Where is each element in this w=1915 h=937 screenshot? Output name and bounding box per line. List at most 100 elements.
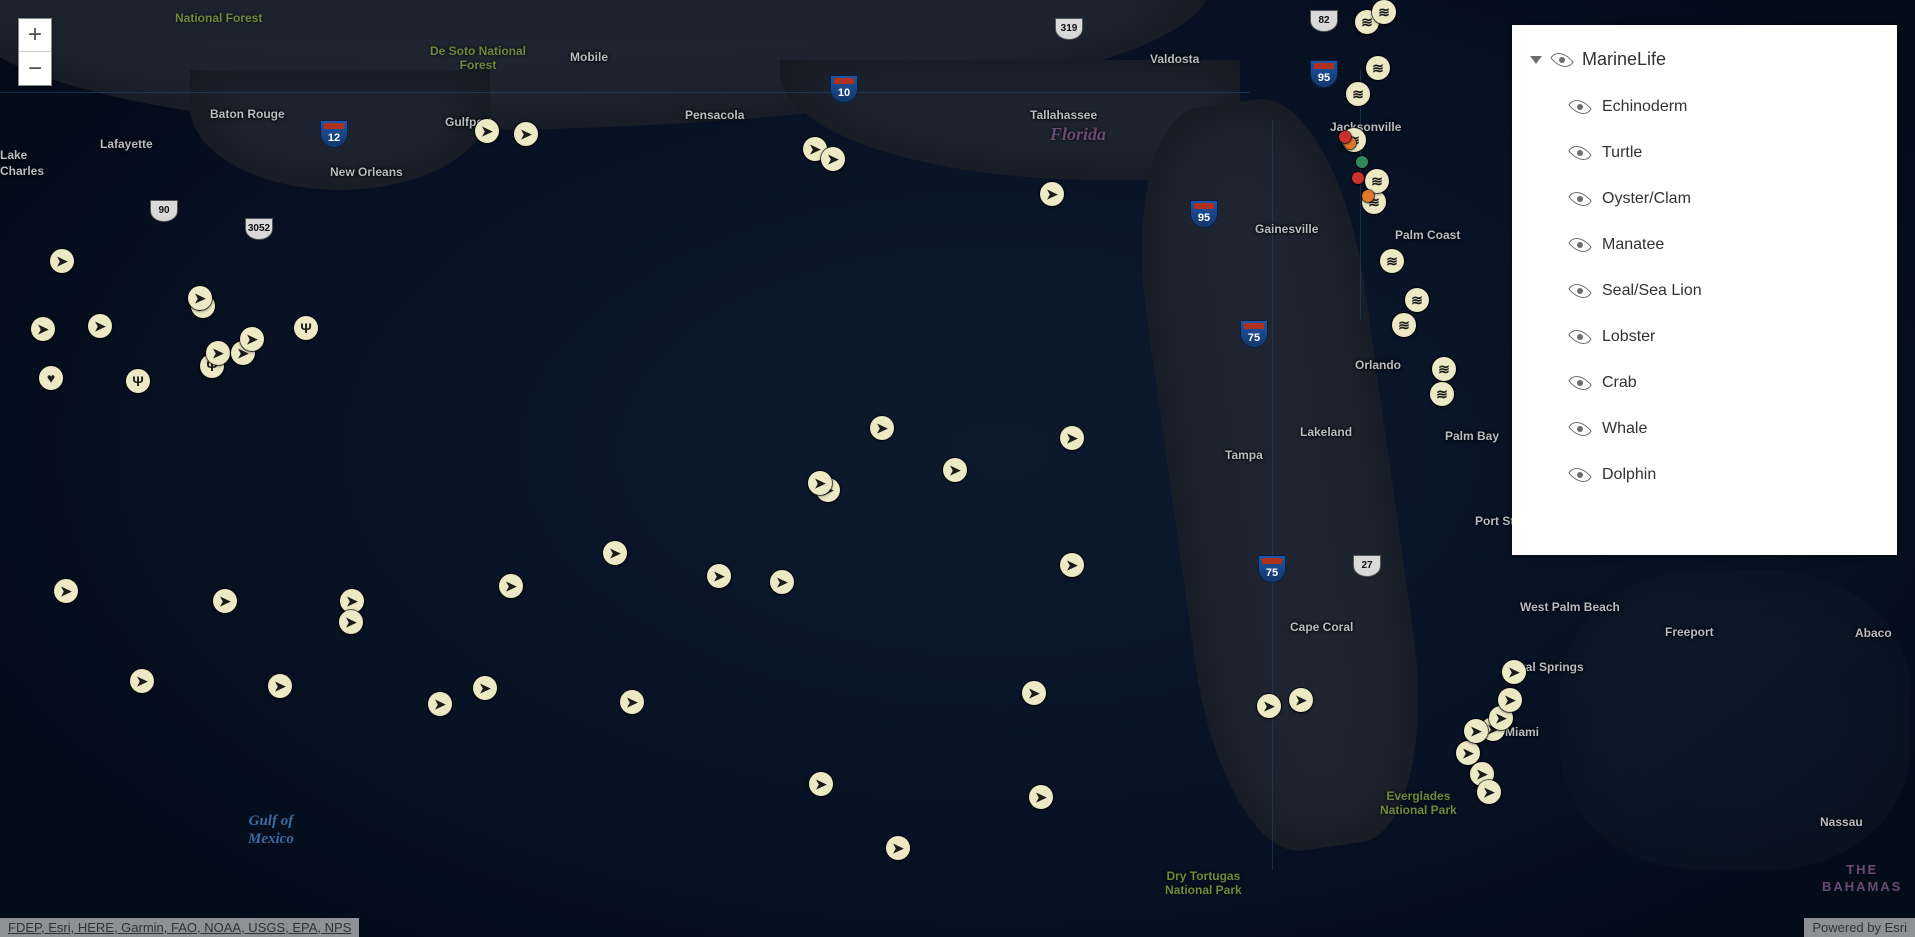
- marinelife-marker-fish[interactable]: ➤: [88, 314, 112, 338]
- eye-icon[interactable]: [1570, 238, 1590, 252]
- marinelife-marker-clam[interactable]: ≋: [1405, 288, 1429, 312]
- sublayer-label: Echinoderm: [1602, 98, 1687, 116]
- marinelife-marker-fish[interactable]: ➤: [475, 119, 499, 143]
- marinelife-marker-dot[interactable]: [1362, 190, 1374, 202]
- layer-list-scroll[interactable]: MarineLife Echinoderm Turtle Oyster/ClamMa…: [1512, 25, 1897, 555]
- marinelife-marker-fish[interactable]: ➤: [188, 286, 212, 310]
- sublayer-label: Dolphin: [1602, 466, 1656, 484]
- sublayer-label: Seal/Sea Lion: [1602, 282, 1702, 300]
- marinelife-marker-dot[interactable]: [1339, 131, 1351, 143]
- road-line: [0, 92, 1250, 93]
- marinelife-marker-fish[interactable]: ➤: [240, 327, 264, 351]
- eye-icon[interactable]: [1570, 100, 1590, 114]
- sublayer-item[interactable]: Crab: [1570, 360, 1889, 406]
- marinelife-marker-fish[interactable]: ➤: [213, 589, 237, 613]
- marinelife-marker-fish[interactable]: ➤: [1022, 681, 1046, 705]
- eye-icon[interactable]: [1552, 53, 1572, 67]
- interstate-shield: 75: [1240, 320, 1268, 348]
- eye-icon[interactable]: [1570, 376, 1590, 390]
- interstate-shield: 12: [320, 120, 348, 148]
- layer-list-panel: MarineLife Echinoderm Turtle Oyster/ClamMa…: [1512, 25, 1897, 555]
- marinelife-marker-fish[interactable]: ➤: [1464, 719, 1488, 743]
- sublayer-label: Whale: [1602, 420, 1647, 438]
- marinelife-marker-clam[interactable]: ≋: [1392, 313, 1416, 337]
- sublayer-item[interactable]: Lobster: [1570, 314, 1889, 360]
- marinelife-marker-fish[interactable]: ➤: [1029, 785, 1053, 809]
- marinelife-marker-fish[interactable]: ➤: [1477, 780, 1501, 804]
- marinelife-marker-dot[interactable]: [1352, 172, 1364, 184]
- caret-down-icon: [1530, 56, 1542, 64]
- marinelife-marker-fish[interactable]: ➤: [1257, 694, 1281, 718]
- marinelife-marker-fish[interactable]: ➤: [943, 458, 967, 482]
- marinelife-marker-fish[interactable]: ➤: [31, 317, 55, 341]
- us-route-shield: 27: [1353, 555, 1381, 577]
- layer-parent-marinelife[interactable]: MarineLife: [1530, 43, 1889, 84]
- marinelife-marker-fish[interactable]: ➤: [809, 772, 833, 796]
- marinelife-marker-fish[interactable]: ➤: [603, 541, 627, 565]
- map-viewport[interactable]: Florida Gulf of Mexico THE BAHAMAS 12109…: [0, 0, 1915, 937]
- marinelife-marker-fish[interactable]: ➤: [54, 579, 78, 603]
- sublayer-item[interactable]: Oyster/Clam: [1570, 176, 1889, 222]
- attribution-sources[interactable]: FDEP, Esri, HERE, Garmin, FAO, NOAA, USG…: [0, 918, 359, 937]
- marinelife-marker-clam[interactable]: ≋: [1430, 382, 1454, 406]
- sublayer-item[interactable]: Manatee: [1570, 222, 1889, 268]
- marinelife-marker-fish[interactable]: ➤: [1060, 426, 1084, 450]
- sublayer-item[interactable]: Turtle: [1570, 130, 1889, 176]
- marinelife-marker-fish[interactable]: ➤: [821, 147, 845, 171]
- marinelife-marker-fish[interactable]: ➤: [870, 416, 894, 440]
- marinelife-marker-lobster[interactable]: Ψ: [294, 316, 318, 340]
- marinelife-marker-fish[interactable]: ➤: [130, 669, 154, 693]
- eye-icon[interactable]: [1570, 422, 1590, 436]
- sublayer-item[interactable]: Dolphin: [1570, 452, 1889, 498]
- marinelife-marker-clam[interactable]: ≋: [1380, 249, 1404, 273]
- marinelife-marker-fish[interactable]: ➤: [499, 574, 523, 598]
- marinelife-marker-fish[interactable]: ➤: [707, 564, 731, 588]
- road-line: [1272, 120, 1273, 870]
- marinelife-marker-clam[interactable]: ≋: [1346, 82, 1370, 106]
- sublayer-item[interactable]: Seal/Sea Lion: [1570, 268, 1889, 314]
- eye-icon[interactable]: [1570, 330, 1590, 344]
- marinelife-marker-clam[interactable]: ≋: [1366, 56, 1390, 80]
- us-route-shield: 90: [150, 200, 178, 222]
- zoom-in-button[interactable]: +: [19, 19, 51, 52]
- marinelife-marker-fish[interactable]: ➤: [428, 692, 452, 716]
- eye-icon[interactable]: [1570, 284, 1590, 298]
- sublayer-label: Turtle: [1602, 144, 1642, 162]
- attribution-esri[interactable]: Powered by Esri: [1804, 918, 1915, 937]
- sublayer-item[interactable]: Whale: [1570, 406, 1889, 452]
- marinelife-marker-fish[interactable]: ➤: [206, 341, 230, 365]
- marinelife-marker-hoof[interactable]: ♥: [39, 366, 63, 390]
- marinelife-marker-fish[interactable]: ➤: [1289, 688, 1313, 712]
- marinelife-marker-fish[interactable]: ➤: [1060, 553, 1084, 577]
- marinelife-marker-clam[interactable]: ≋: [1432, 357, 1456, 381]
- sublayer-label: Crab: [1602, 374, 1637, 392]
- marinelife-marker-fish[interactable]: ➤: [1502, 660, 1526, 684]
- marinelife-marker-fish[interactable]: ➤: [1456, 741, 1480, 765]
- us-route-shield: 319: [1055, 18, 1083, 40]
- marinelife-marker-fish[interactable]: ➤: [620, 690, 644, 714]
- marinelife-marker-fish[interactable]: ➤: [339, 610, 363, 634]
- marinelife-marker-fish[interactable]: ➤: [1498, 688, 1522, 712]
- marinelife-marker-fish[interactable]: ➤: [808, 471, 832, 495]
- marinelife-marker-dot[interactable]: [1356, 156, 1368, 168]
- marinelife-marker-fish[interactable]: ➤: [514, 122, 538, 146]
- sublayer-list: Echinoderm Turtle Oyster/ClamManatee Seal/S…: [1530, 84, 1889, 498]
- marinelife-marker-clam[interactable]: ≋: [1372, 0, 1396, 24]
- landmass: [1560, 570, 1910, 870]
- sublayer-item[interactable]: Echinoderm: [1570, 84, 1889, 130]
- marinelife-marker-fish[interactable]: ➤: [50, 249, 74, 273]
- eye-icon[interactable]: [1570, 146, 1590, 160]
- zoom-out-button[interactable]: −: [19, 52, 51, 85]
- marinelife-marker-lobster[interactable]: Ψ: [126, 369, 150, 393]
- sublayer-label: Lobster: [1602, 328, 1655, 346]
- marinelife-marker-fish[interactable]: ➤: [886, 836, 910, 860]
- zoom-widget: + −: [18, 18, 52, 86]
- us-route-shield: 3052: [245, 218, 273, 240]
- eye-icon[interactable]: [1570, 468, 1590, 482]
- marinelife-marker-fish[interactable]: ➤: [770, 570, 794, 594]
- marinelife-marker-fish[interactable]: ➤: [268, 674, 292, 698]
- eye-icon[interactable]: [1570, 192, 1590, 206]
- marinelife-marker-fish[interactable]: ➤: [473, 676, 497, 700]
- interstate-shield: 75: [1258, 555, 1286, 583]
- marinelife-marker-fish[interactable]: ➤: [1040, 182, 1064, 206]
